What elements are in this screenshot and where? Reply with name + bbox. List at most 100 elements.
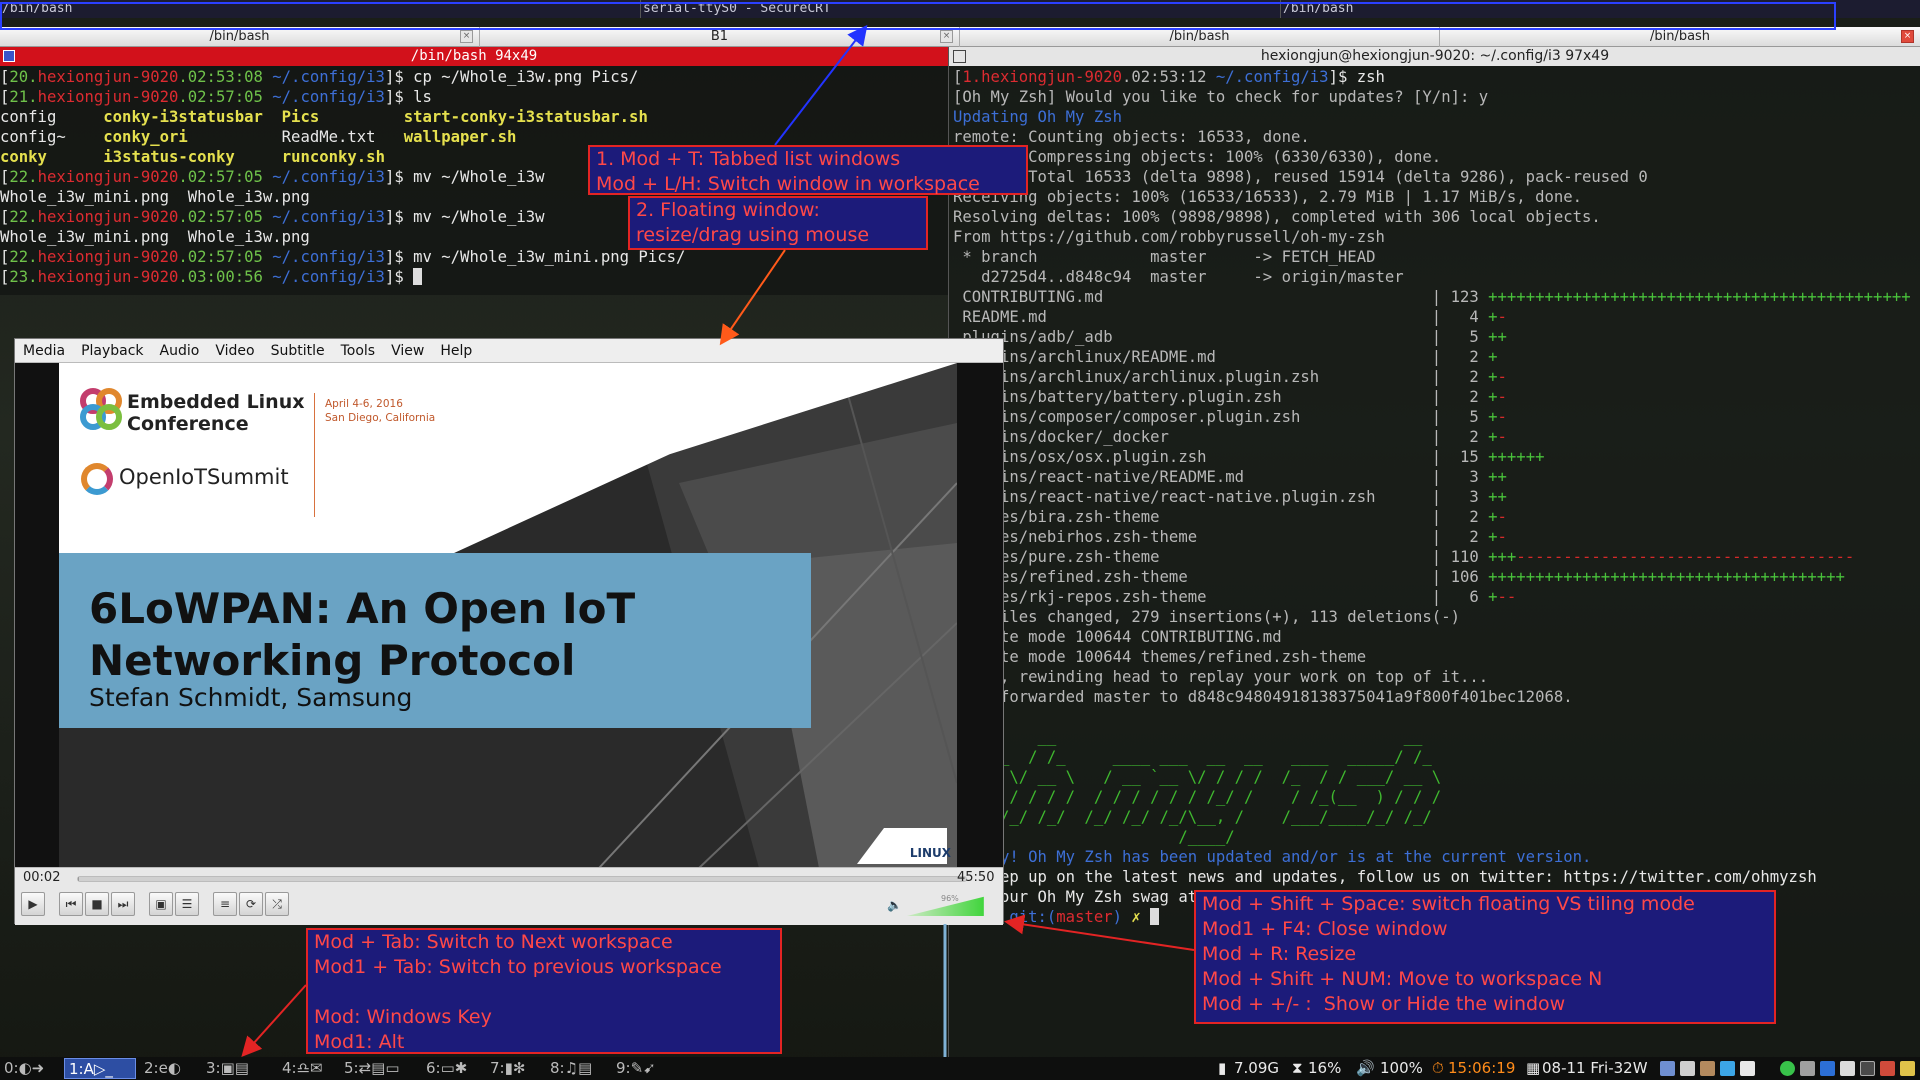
stop-button[interactable]: ■ bbox=[85, 892, 109, 916]
terminal-line: [22.hexiongjun-9020.02:57:05 ~/.config/i… bbox=[0, 168, 545, 186]
network-tray-icon[interactable] bbox=[1660, 1061, 1675, 1076]
terminal-line: Updating Oh My Zsh bbox=[953, 108, 1122, 126]
terminal-line: remote: Compressing objects: 100% (6330/… bbox=[953, 148, 1442, 166]
sub-tab-bash-3[interactable]: /bin/bash × bbox=[1440, 27, 1920, 47]
close-icon[interactable]: × bbox=[1901, 30, 1914, 43]
workspace-7[interactable]: 7:▮✻ bbox=[486, 1058, 544, 1079]
sub-tab-label: B1 bbox=[710, 29, 729, 44]
volume-slider[interactable]: 96% bbox=[907, 894, 987, 916]
terminal-line: [22.hexiongjun-9020.02:57:05 ~/.config/i… bbox=[0, 248, 686, 266]
seek-bar[interactable] bbox=[77, 876, 967, 882]
top-tab-bash-1[interactable]: /bin/bash bbox=[0, 0, 640, 18]
terminal-line: Whole_i3w_mini.png Whole_i3w.png bbox=[0, 188, 310, 206]
terminal-line: themes/refined.zsh-theme | 106 +++++++++… bbox=[953, 568, 1845, 586]
workspace-2[interactable]: 2:e◐ bbox=[140, 1058, 198, 1079]
menu-video[interactable]: Video bbox=[207, 339, 262, 363]
cloud-tray-icon[interactable] bbox=[1680, 1061, 1695, 1076]
clock-icon: ⏱ bbox=[1432, 1059, 1444, 1077]
top-tab-strip: /bin/bash serial-ttyS0 - SecureCRT /bin/… bbox=[0, 0, 1920, 18]
workspace-3[interactable]: 3:▣▤ bbox=[202, 1058, 274, 1079]
sub-tab-label: /bin/bash bbox=[1649, 29, 1711, 44]
terminal-line: create mode 100644 CONTRIBUTING.md bbox=[953, 628, 1282, 646]
top-tab-bash-2[interactable]: /bin/bash bbox=[1280, 0, 1836, 18]
menu-media[interactable]: Media bbox=[15, 339, 73, 363]
tool-tray-icon[interactable] bbox=[1900, 1061, 1915, 1076]
volume-label: 96% bbox=[941, 894, 959, 903]
chat-tray-icon[interactable] bbox=[1720, 1061, 1735, 1076]
terminal-line: ____ / /_ ____ ___ __ __ ____ _____/ /_ bbox=[953, 748, 1432, 766]
workspace-4[interactable]: 4:♎✉ bbox=[278, 1058, 338, 1079]
check-tray-icon[interactable] bbox=[1780, 1061, 1795, 1076]
terminal-line: plugins/osx/osx.plugin.zsh | 15 ++++++ bbox=[953, 448, 1545, 466]
keyboard-tray-icon[interactable] bbox=[1800, 1061, 1815, 1076]
terminal-line: Whole_i3w_mini.png Whole_i3w.png bbox=[0, 228, 310, 246]
terminal-line: [20.hexiongjun-9020.02:53:08 ~/.config/i… bbox=[0, 68, 639, 86]
annotation-workspace: Mod + Tab: Switch to Next workspace Mod1… bbox=[306, 928, 782, 1054]
annotation-tabbed: 1. Mod + T: Tabbed list windows Mod + L/… bbox=[588, 145, 1028, 195]
vlc-controls: 00:02 45:50 ▶ ⏮ ■ ⏭ ▣ ☰ ≡ ⟳ ⤮ 🔈 96% bbox=[15, 867, 1003, 925]
sub-tab-b1[interactable]: B1 × bbox=[480, 27, 960, 47]
conference-date: April 4-6, 2016 San Diego, California bbox=[325, 397, 435, 425]
play-button[interactable]: ▶ bbox=[21, 892, 45, 916]
extended-settings-button[interactable]: ☰ bbox=[175, 892, 199, 916]
menu-subtitle[interactable]: Subtitle bbox=[263, 339, 333, 363]
previous-button[interactable]: ⏮ bbox=[59, 892, 83, 916]
left-terminal-title: /bin/bash 94x49 bbox=[0, 47, 948, 66]
annotation-floating: 2. Floating window: resize/drag using mo… bbox=[628, 196, 928, 250]
sub-tab-bash-2[interactable]: /bin/bash bbox=[960, 27, 1440, 47]
conference-date-text: April 4-6, 2016 San Diego, California bbox=[325, 398, 436, 424]
word-tray-icon[interactable] bbox=[1820, 1061, 1835, 1076]
menu-audio[interactable]: Audio bbox=[152, 339, 208, 363]
app-tray-icon[interactable] bbox=[1700, 1061, 1715, 1076]
slide-title-band: 6LoWPAN: An Open IoT Networking Protocol… bbox=[59, 553, 811, 728]
cpu-usage: 16% bbox=[1308, 1059, 1342, 1077]
total-time: 45:50 bbox=[957, 870, 995, 885]
right-terminal-title: hexiongjun@hexiongjun-9020: ~/.config/i3… bbox=[949, 47, 1920, 66]
loop-button[interactable]: ⟳ bbox=[239, 892, 263, 916]
terminal-line: plugins/archlinux/archlinux.plugin.zsh |… bbox=[953, 368, 1507, 386]
workspace-6[interactable]: 6:▭✱ bbox=[422, 1058, 484, 1079]
sub-tab-label: /bin/bash bbox=[209, 29, 270, 44]
video-frame[interactable]: Embedded Linux Conference April 4-6, 201… bbox=[59, 363, 957, 868]
terminal-line: themes/rkj-repos.zsh-theme | 6 +-- bbox=[953, 588, 1517, 606]
terminal-cursor bbox=[413, 268, 423, 285]
i3-bar: 0:◐➜ 1:A▷_ 2:e◐ 3:▣▤ 4:♎✉ 5:⇄▤▭ 6:▭✱ 7:▮… bbox=[0, 1057, 1920, 1080]
playlist-button[interactable]: ≡ bbox=[213, 892, 237, 916]
display-tray-icon[interactable] bbox=[1860, 1061, 1875, 1076]
window-tray-icon[interactable] bbox=[1840, 1061, 1855, 1076]
terminal-line: themes/nebirhos.zsh-theme | 2 +- bbox=[953, 528, 1507, 546]
terminal-cursor bbox=[1150, 908, 1160, 925]
terminal-line: plugins/composer/composer.plugin.zsh | 5… bbox=[953, 408, 1507, 426]
menu-help[interactable]: Help bbox=[432, 339, 480, 363]
top-tab-securecrt[interactable]: serial-ttyS0 - SecureCRT bbox=[640, 0, 1280, 18]
speaker-icon: 🔈 bbox=[887, 898, 902, 912]
terminal-icon bbox=[953, 50, 966, 63]
book-tray-icon[interactable] bbox=[1740, 1061, 1755, 1076]
terminal-line: [1.hexiongjun-9020.02:53:12 ~/.config/i3… bbox=[953, 68, 1385, 86]
close-icon[interactable]: × bbox=[460, 30, 473, 43]
conference-name-text: Embedded Linux Conference bbox=[127, 391, 305, 435]
sub-tab-label: /bin/bash bbox=[1169, 29, 1230, 44]
terminal-line: README.md | 4 +- bbox=[953, 308, 1507, 326]
terminal-line: / __ \/ __ \ / __ `__ \/ / / / /_ / / __… bbox=[953, 768, 1442, 786]
menu-view[interactable]: View bbox=[383, 339, 432, 363]
menu-playback[interactable]: Playback bbox=[73, 339, 151, 363]
terminal-line: First, rewinding head to replay your wor… bbox=[953, 668, 1489, 686]
sub-tab-bash-1[interactable]: /bin/bash × bbox=[0, 27, 480, 47]
disk-icon: ▮ bbox=[1218, 1059, 1227, 1077]
terminal-line: remote: Counting objects: 16533, done. bbox=[953, 128, 1310, 146]
shuffle-button[interactable]: ⤮ bbox=[265, 892, 289, 916]
workspace-0[interactable]: 0:◐➜ bbox=[0, 1058, 60, 1079]
close-icon[interactable]: × bbox=[940, 30, 953, 43]
right-terminal-output: [1.hexiongjun-9020.02:53:12 ~/.config/i3… bbox=[953, 67, 1911, 927]
vlc-window[interactable]: Media Playback Audio Video Subtitle Tools View… bbox=[14, 338, 1004, 925]
mail-tray-icon[interactable] bbox=[1880, 1061, 1895, 1076]
workspace-9[interactable]: 9:✎➹ bbox=[612, 1058, 682, 1079]
next-button[interactable]: ⏭ bbox=[111, 892, 135, 916]
workspace-1[interactable]: 1:A▷_ bbox=[64, 1058, 136, 1079]
workspace-5[interactable]: 5:⇄▤▭ bbox=[340, 1058, 420, 1079]
fullscreen-button[interactable]: ▣ bbox=[149, 892, 173, 916]
terminal-line: / /_/ / / / / / / / / / / /_/ / / /_(__ … bbox=[953, 788, 1442, 806]
menu-tools[interactable]: Tools bbox=[333, 339, 384, 363]
workspace-8[interactable]: 8:♫▤ bbox=[546, 1058, 610, 1079]
